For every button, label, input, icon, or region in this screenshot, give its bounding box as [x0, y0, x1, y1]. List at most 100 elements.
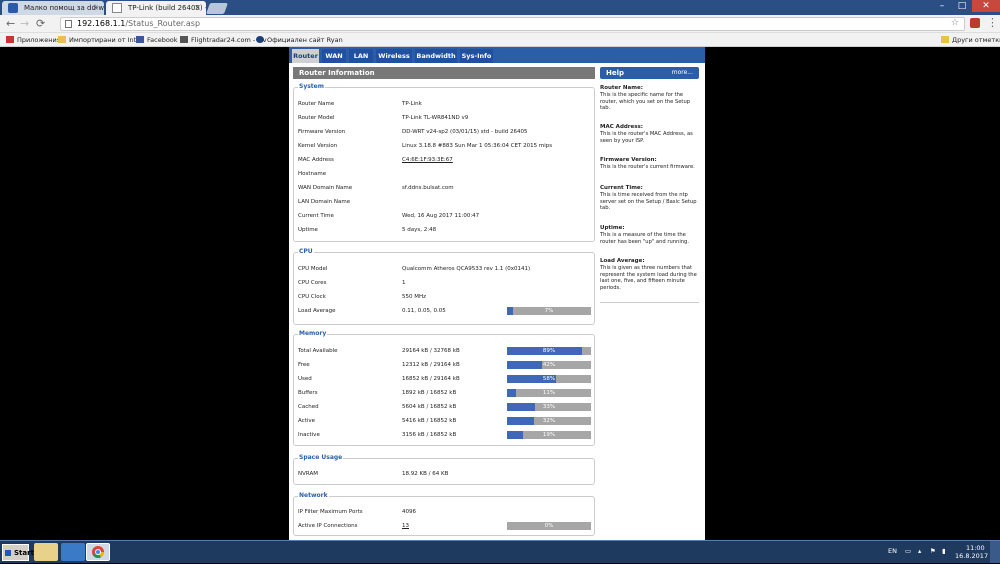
minimize-icon[interactable]: –: [932, 0, 952, 12]
bookmarks-bar: Приложения Импортирани от Inter Facebook…: [0, 33, 1000, 47]
flag-icon[interactable]: ⚑: [930, 547, 936, 555]
tab-wireless[interactable]: Wireless: [376, 49, 412, 63]
browser-tab-1[interactable]: Малко помощ за dd-wrt... ×: [2, 1, 104, 15]
progress-bar: 58%: [507, 375, 591, 383]
menu-icon[interactable]: ⋮: [987, 16, 998, 29]
page-title: Router Information: [293, 67, 595, 79]
help-item: MAC Address: This is the router's MAC Add…: [600, 124, 693, 144]
progress-bar: 7%: [507, 307, 591, 315]
browser-tabstrip: Малко помощ за dd-wrt... × TP-Link (buil…: [0, 0, 1000, 15]
help-item: Firmware Version: This is the router's cu…: [600, 157, 695, 171]
show-desktop-button[interactable]: [990, 541, 1000, 563]
language-indicator[interactable]: EN: [888, 547, 897, 555]
section-title: System: [298, 83, 325, 90]
router-nav: Router WAN LAN Wireless Bandwidth Sys-In…: [289, 47, 705, 63]
browser-tab-2[interactable]: TP-Link (build 26405) - Ro ×: [106, 1, 206, 15]
progress-label: 42%: [542, 362, 556, 368]
bookmark-other-folder[interactable]: Други отметки: [941, 36, 1000, 44]
progress-bar: 19%: [507, 431, 591, 439]
start-button[interactable]: Start: [2, 544, 34, 561]
progress-bar: 11%: [507, 389, 591, 397]
help-more-link[interactable]: more...: [672, 69, 693, 76]
progress-label: 32%: [542, 418, 556, 424]
divider: [600, 302, 699, 303]
bookmark-imported-folder[interactable]: Импортирани от Inter: [58, 36, 143, 44]
bookmark-flightradar[interactable]: Flightradar24.com - Liv: [180, 36, 267, 44]
close-tab-icon[interactable]: ×: [194, 3, 201, 12]
site-favicon-icon: [8, 3, 18, 13]
back-icon[interactable]: ←: [6, 17, 15, 30]
close-window-icon[interactable]: ✕: [972, 0, 1000, 12]
facebook-icon: [136, 36, 144, 43]
bookmark-facebook[interactable]: Facebook: [136, 36, 178, 44]
forward-icon[interactable]: →: [20, 17, 29, 30]
progress-bar: 0%: [507, 522, 591, 530]
help-title: Help: [606, 69, 625, 77]
url-path: /Status_Router.asp: [125, 19, 201, 28]
explorer-icon[interactable]: [34, 543, 58, 561]
up-arrow-icon[interactable]: ▴: [918, 547, 921, 555]
router-page: Router WAN LAN Wireless Bandwidth Sys-In…: [289, 47, 705, 540]
section-title: CPU: [298, 248, 314, 255]
active-connections-link[interactable]: 13: [402, 523, 409, 529]
windows-logo-icon: [5, 550, 11, 556]
main-panel: Router Information: [293, 67, 595, 79]
progress-label: 11%: [542, 390, 556, 396]
folder-icon: [58, 36, 66, 43]
mac-address-link[interactable]: C4:6E:1F:93:3E:67: [402, 157, 453, 163]
progress-label: 89%: [542, 348, 556, 354]
progress-bar: 89%: [507, 347, 591, 355]
progress-label: 33%: [542, 404, 556, 410]
tab-lan[interactable]: LAN: [349, 49, 373, 63]
tab-router[interactable]: Router: [292, 49, 319, 63]
progress-bar: 33%: [507, 403, 591, 411]
help-header: Help more...: [600, 67, 699, 79]
section-title: Network: [298, 492, 329, 499]
url-host: 192.168.1.1: [77, 19, 126, 28]
help-item: Router Name: This is the specific name fo…: [600, 85, 691, 112]
help-item: Uptime: This is a measure of the time the…: [600, 225, 689, 245]
bookmark-ryanair[interactable]: Официален сайт Ryan: [256, 36, 343, 44]
progress-label: 7%: [544, 308, 554, 314]
progress-label: 0%: [544, 523, 554, 529]
progress-label: 58%: [542, 376, 556, 382]
flightradar-icon: [180, 36, 188, 43]
close-tab-icon[interactable]: ×: [92, 3, 99, 12]
section-title: Space Usage: [298, 454, 344, 461]
page-icon: [65, 20, 72, 28]
ryanair-icon: [256, 36, 264, 43]
chrome-icon[interactable]: [86, 543, 110, 561]
tab-bandwidth[interactable]: Bandwidth: [415, 49, 457, 63]
browser-toolbar: ← → ⟳ 192.168.1.1/Status_Router.asp ☆ ⋮: [0, 15, 1000, 33]
cpu-section: CPU CPU Model Qualcomm Atheros QCA9533 re…: [293, 248, 595, 325]
help-sidebar: Help more... Router Name: This is the spec…: [600, 67, 699, 303]
help-item: Load Average: This is given as three numb…: [600, 258, 697, 291]
progress-bar: 42%: [507, 361, 591, 369]
address-bar[interactable]: 192.168.1.1/Status_Router.asp ☆: [60, 17, 965, 31]
memory-section: Memory Total Available 29164 kB / 32768 k…: [293, 330, 595, 446]
taskbar: Start EN ▭ ▴ ⚑ ▮ 11:00 16.8.2017 г.: [0, 540, 1000, 563]
keyboard-icon[interactable]: ▭: [905, 547, 911, 555]
page-favicon-icon: [112, 3, 122, 13]
new-tab-button[interactable]: [205, 3, 229, 14]
bookmark-apps[interactable]: Приложения: [6, 36, 61, 44]
bookmark-star-icon[interactable]: ☆: [951, 18, 959, 28]
vertical-scrollbar[interactable]: [990, 47, 1000, 540]
help-item: Current Time: This is time received from …: [600, 185, 697, 212]
network-icon[interactable]: ▮: [942, 547, 946, 555]
page-viewport: Router WAN LAN Wireless Bandwidth Sys-In…: [0, 47, 1000, 540]
extension-icon[interactable]: [970, 18, 980, 28]
network-section: Network IP Filter Maximum Ports 4096 Acti…: [293, 492, 595, 536]
maximize-icon[interactable]: □: [952, 0, 972, 12]
section-title: Memory: [298, 330, 328, 337]
folder-icon: [941, 36, 949, 43]
reload-icon[interactable]: ⟳: [36, 17, 45, 30]
progress-label: 19%: [542, 432, 556, 438]
media-player-icon[interactable]: [61, 543, 85, 561]
progress-bar: 32%: [507, 417, 591, 425]
system-section: System Router Name TP-Link Router Model TP…: [293, 83, 595, 242]
tab-wan[interactable]: WAN: [322, 49, 346, 63]
tab-sys-info[interactable]: Sys-Info: [460, 49, 493, 63]
space-usage-section: Space Usage NVRAM 18.92 KB / 64 KB: [293, 454, 595, 485]
apps-grid-icon: [6, 36, 14, 43]
